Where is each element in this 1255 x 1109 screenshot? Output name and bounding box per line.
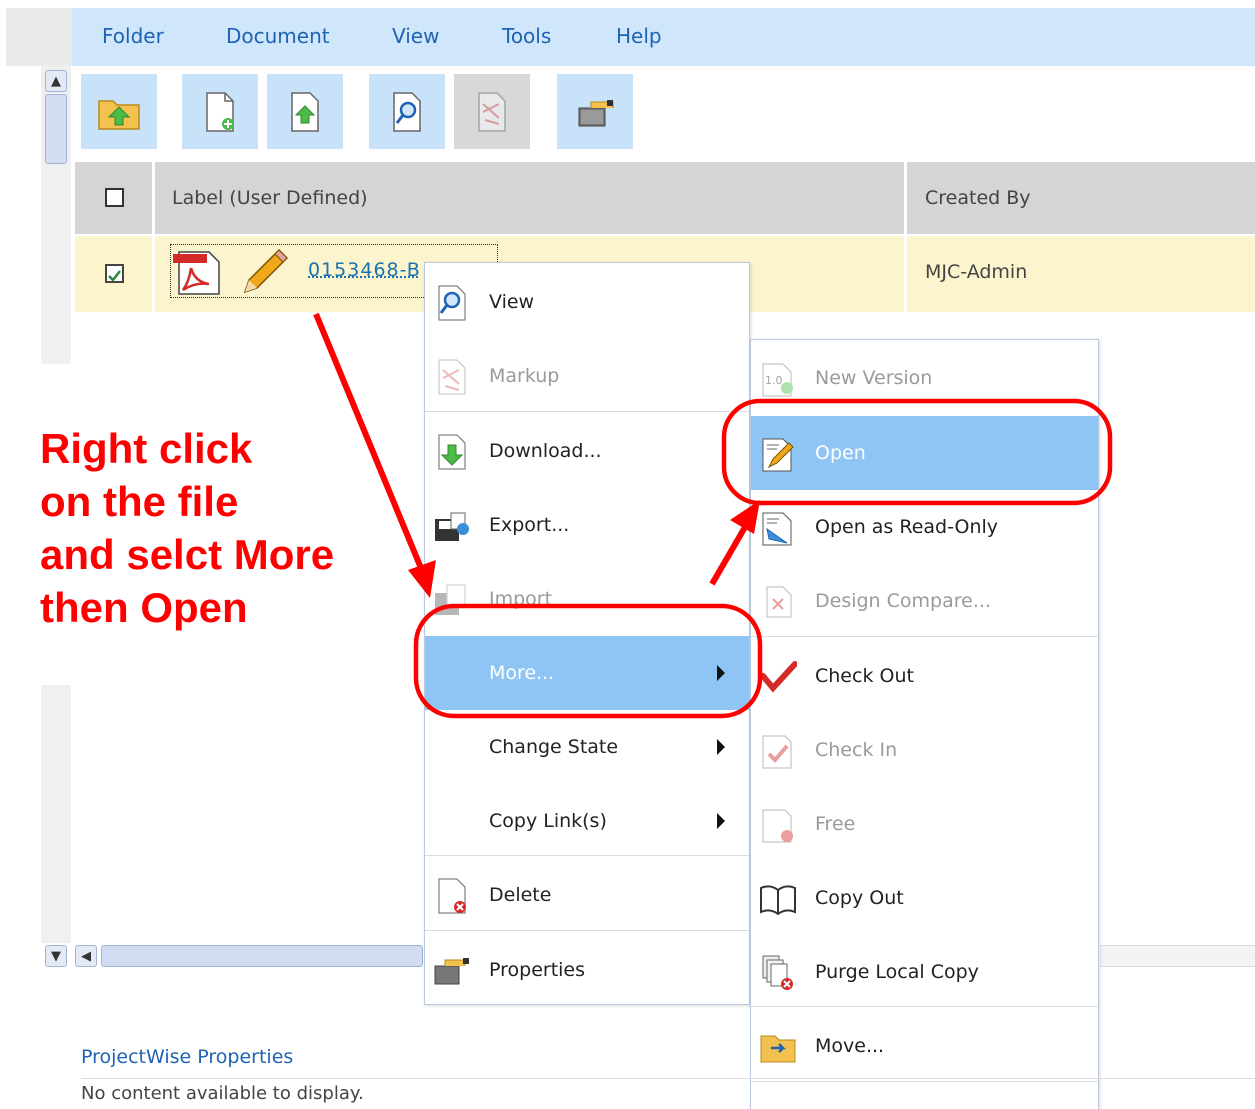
column-header-label[interactable]: Label (User Defined) (172, 187, 368, 209)
menu-item-view[interactable]: View (425, 265, 749, 339)
check-in-icon (762, 735, 792, 769)
menu-tools[interactable]: Tools (502, 24, 551, 48)
free-icon (762, 809, 793, 843)
file-name-link[interactable]: 0153468-B (308, 259, 421, 281)
markup-icon (478, 91, 506, 132)
open-readonly-icon (762, 512, 792, 546)
menu-item-properties[interactable]: Properties (425, 933, 749, 1007)
menu-separator (425, 411, 749, 412)
submenu-item-open[interactable]: Open (751, 416, 1098, 490)
column-divider (904, 162, 907, 234)
menubar: Folder Document View Tools Help (72, 8, 1255, 66)
submenu-item-check-out[interactable]: Check Out (751, 639, 1098, 713)
submenu-item-open-read-only[interactable]: Open as Read-Only (751, 490, 1098, 564)
export-icon (435, 512, 469, 541)
menu-separator (751, 1081, 1098, 1082)
menu-item-markup[interactable]: Markup (425, 339, 749, 413)
markup-icon (438, 359, 466, 395)
menu-separator (751, 636, 1098, 637)
submenu-item-copy-out[interactable]: Copy Out (751, 861, 1098, 935)
design-compare-icon (766, 586, 792, 618)
menu-view[interactable]: View (392, 24, 439, 48)
menu-separator (425, 930, 749, 931)
horizontal-scroll-thumb[interactable] (101, 945, 423, 967)
submenu-item-move[interactable]: Move... (751, 1009, 1098, 1083)
view-document-icon (393, 91, 421, 132)
toolbar-upload-document-button[interactable] (267, 74, 343, 149)
menu-folder[interactable]: Folder (102, 24, 164, 48)
properties-empty-text: No content available to display. (81, 1083, 364, 1104)
delete-icon (438, 878, 466, 914)
annotation-line: on the file (40, 478, 239, 525)
more-submenu: 1.0 New Version Open Open as Read-Only D… (750, 339, 1099, 1109)
purge-icon (762, 955, 793, 990)
toolbar-properties-button[interactable] (557, 74, 633, 149)
copy-out-icon (760, 885, 796, 916)
divider (81, 1078, 1255, 1079)
annotation-line: Right click (40, 425, 253, 472)
new-version-icon: 1.0 (762, 363, 793, 397)
open-icon (762, 438, 794, 472)
horizontal-scrollbar[interactable] (1100, 945, 1255, 967)
menu-item-copy-links[interactable]: Copy Link(s) (425, 784, 749, 858)
import-icon (435, 584, 466, 615)
scroll-down-icon[interactable]: ▼ (45, 945, 67, 967)
submenu-item-free[interactable]: Free (751, 787, 1098, 861)
menu-item-import[interactable]: Import (425, 562, 749, 636)
check-out-icon (760, 661, 797, 693)
submenu-item-design-compare[interactable]: Design Compare... (751, 564, 1098, 638)
properties-icon (434, 958, 469, 985)
column-header-created-by[interactable]: Created By (925, 187, 1031, 209)
submenu-item-check-in[interactable]: Check In (751, 713, 1098, 787)
view-icon (438, 285, 466, 321)
download-icon (438, 434, 466, 470)
vertical-scrollbar-lower[interactable] (41, 685, 71, 943)
column-divider (152, 236, 155, 312)
pencil-edit-icon (243, 248, 289, 294)
submenu-arrow-icon (717, 813, 725, 829)
created-by-cell: MJC-Admin (925, 261, 1028, 283)
select-all-checkbox[interactable] (105, 188, 124, 207)
row-checkbox[interactable] (105, 264, 124, 283)
properties-icon (578, 99, 614, 126)
menu-item-download[interactable]: Download... (425, 414, 749, 488)
pdf-file-icon (173, 251, 220, 295)
column-divider (904, 236, 907, 312)
upload-document-icon (291, 91, 319, 132)
folder-up-icon (98, 99, 140, 130)
instruction-annotation: Right click on the file and selct More t… (40, 422, 400, 634)
menu-item-delete[interactable]: Delete (425, 858, 749, 932)
toolbar-view-document-button[interactable] (369, 74, 445, 149)
vertical-scroll-thumb[interactable] (45, 94, 67, 164)
menubar-spacer (6, 8, 72, 66)
submenu-arrow-icon (717, 739, 725, 755)
move-icon (760, 1035, 796, 1063)
menu-separator (425, 855, 749, 856)
toolbar-folder-up-button[interactable] (81, 74, 157, 149)
context-menu: View Markup Download... Export... Import (424, 262, 750, 1005)
toolbar-markup-button[interactable] (454, 74, 530, 149)
menu-item-more[interactable]: More... (425, 636, 749, 710)
column-divider (152, 162, 155, 234)
checkmark-icon (108, 270, 121, 282)
annotation-line: then Open (40, 584, 248, 631)
properties-title[interactable]: ProjectWise Properties (81, 1046, 293, 1068)
svg-text:1.0: 1.0 (765, 374, 783, 387)
submenu-item-new-version[interactable]: 1.0 New Version (751, 341, 1098, 415)
submenu-arrow-icon (717, 665, 725, 681)
grid-header: Label (User Defined) Created By (75, 162, 1255, 234)
toolbar-new-document-button[interactable] (182, 74, 258, 149)
menu-item-export[interactable]: Export... (425, 488, 749, 562)
scroll-up-icon[interactable]: ▲ (45, 70, 67, 92)
menu-document[interactable]: Document (226, 24, 330, 48)
menu-separator (751, 1006, 1098, 1007)
submenu-item-purge-local-copy[interactable]: Purge Local Copy (751, 935, 1098, 1009)
menu-item-change-state[interactable]: Change State (425, 710, 749, 784)
annotation-line: and selct More (40, 531, 335, 578)
scroll-left-icon[interactable]: ◀ (75, 945, 97, 967)
menu-help[interactable]: Help (616, 24, 662, 48)
new-document-icon (206, 91, 234, 132)
